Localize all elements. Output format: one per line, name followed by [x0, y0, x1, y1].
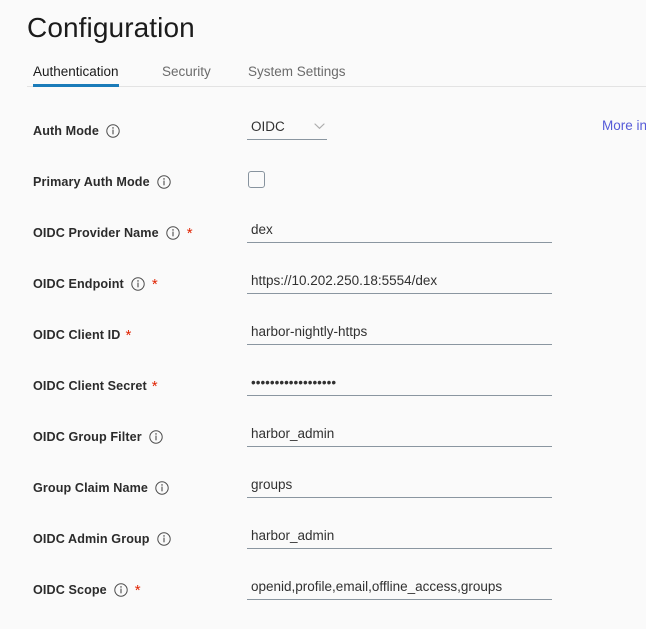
info-circle-icon[interactable]	[106, 124, 120, 138]
tab-bar: Authentication Security System Settings	[0, 56, 646, 87]
group-claim-name-input[interactable]	[247, 473, 552, 498]
oidc-admin-group-control	[247, 524, 552, 549]
tab-system-settings[interactable]: System Settings	[248, 56, 346, 87]
auth-mode-select[interactable]: OIDC	[247, 116, 327, 140]
oidc-client-secret-control	[247, 371, 552, 396]
tab-security[interactable]: Security	[162, 56, 211, 87]
more-info-link[interactable]: More info...	[602, 118, 646, 133]
label-oidc-admin-group-wrap: OIDC Admin Group	[33, 528, 171, 550]
label-oidc-endpoint-wrap: OIDC Endpoint *	[33, 273, 158, 295]
info-circle-icon[interactable]	[157, 532, 171, 546]
oidc-client-secret-input[interactable]	[247, 371, 552, 396]
form-row-oidc-group-filter: OIDC Group Filter	[0, 426, 646, 476]
oidc-admin-group-input[interactable]	[247, 524, 552, 549]
label-oidc-client-id-wrap: OIDC Client ID *	[33, 324, 131, 346]
required-indicator: *	[152, 382, 158, 392]
form-row-oidc-endpoint: OIDC Endpoint *	[0, 273, 646, 323]
required-indicator: *	[187, 229, 193, 239]
form-row-oidc-client-id: OIDC Client ID *	[0, 324, 646, 374]
label-primary-auth-mode-wrap: Primary Auth Mode	[33, 171, 171, 193]
form-row-group-claim-name: Group Claim Name	[0, 477, 646, 527]
primary-auth-mode-checkbox[interactable]	[248, 171, 265, 188]
label-oidc-group-filter: OIDC Group Filter	[33, 430, 142, 444]
configuration-page: Configuration Authentication Security Sy…	[0, 0, 646, 608]
form-row-oidc-admin-group: OIDC Admin Group	[0, 528, 646, 578]
info-circle-icon[interactable]	[114, 583, 128, 597]
group-claim-name-control	[247, 473, 552, 498]
tab-authentication[interactable]: Authentication	[33, 56, 119, 87]
oidc-client-id-control	[247, 320, 552, 345]
required-indicator: *	[152, 280, 158, 290]
chevron-down-icon	[314, 122, 325, 130]
oidc-scope-control	[247, 575, 552, 600]
info-circle-icon[interactable]	[131, 277, 145, 291]
oidc-endpoint-input[interactable]	[247, 269, 552, 294]
label-group-claim-name-wrap: Group Claim Name	[33, 477, 169, 499]
form-row-auth-mode: Auth Mode OIDC More info...	[0, 120, 646, 170]
label-oidc-admin-group: OIDC Admin Group	[33, 532, 150, 546]
oidc-provider-name-input[interactable]	[247, 218, 552, 243]
info-circle-icon[interactable]	[166, 226, 180, 240]
form-row-primary-auth-mode: Primary Auth Mode	[0, 171, 646, 221]
form-row-oidc-provider-name: OIDC Provider Name *	[0, 222, 646, 272]
label-oidc-endpoint: OIDC Endpoint	[33, 277, 124, 291]
label-oidc-client-id: OIDC Client ID	[33, 328, 120, 342]
label-oidc-scope: OIDC Scope	[33, 583, 107, 597]
info-circle-icon[interactable]	[155, 481, 169, 495]
oidc-provider-name-control	[247, 218, 552, 243]
label-oidc-client-secret-wrap: OIDC Client Secret *	[33, 375, 158, 397]
info-circle-icon[interactable]	[149, 430, 163, 444]
label-oidc-provider-name-wrap: OIDC Provider Name *	[33, 222, 193, 244]
form-row-oidc-scope: OIDC Scope *	[0, 579, 646, 629]
label-oidc-group-filter-wrap: OIDC Group Filter	[33, 426, 163, 448]
oidc-scope-input[interactable]	[247, 575, 552, 600]
primary-auth-mode-control	[247, 167, 265, 188]
oidc-group-filter-input[interactable]	[247, 422, 552, 447]
label-oidc-client-secret: OIDC Client Secret	[33, 379, 147, 393]
page-title: Configuration	[27, 9, 195, 47]
label-oidc-scope-wrap: OIDC Scope *	[33, 579, 141, 601]
auth-mode-selected-value: OIDC	[251, 118, 285, 136]
oidc-endpoint-control	[247, 269, 552, 294]
label-auth-mode-wrap: Auth Mode	[33, 120, 120, 142]
form-row-oidc-client-secret: OIDC Client Secret *	[0, 375, 646, 425]
auth-mode-control: OIDC More info...	[247, 116, 327, 140]
info-circle-icon[interactable]	[157, 175, 171, 189]
label-primary-auth-mode: Primary Auth Mode	[33, 175, 150, 189]
label-auth-mode: Auth Mode	[33, 124, 99, 138]
label-oidc-provider-name: OIDC Provider Name	[33, 226, 159, 240]
oidc-group-filter-control	[247, 422, 552, 447]
label-group-claim-name: Group Claim Name	[33, 481, 148, 495]
oidc-client-id-input[interactable]	[247, 320, 552, 345]
required-indicator: *	[125, 331, 131, 341]
required-indicator: *	[135, 586, 141, 596]
